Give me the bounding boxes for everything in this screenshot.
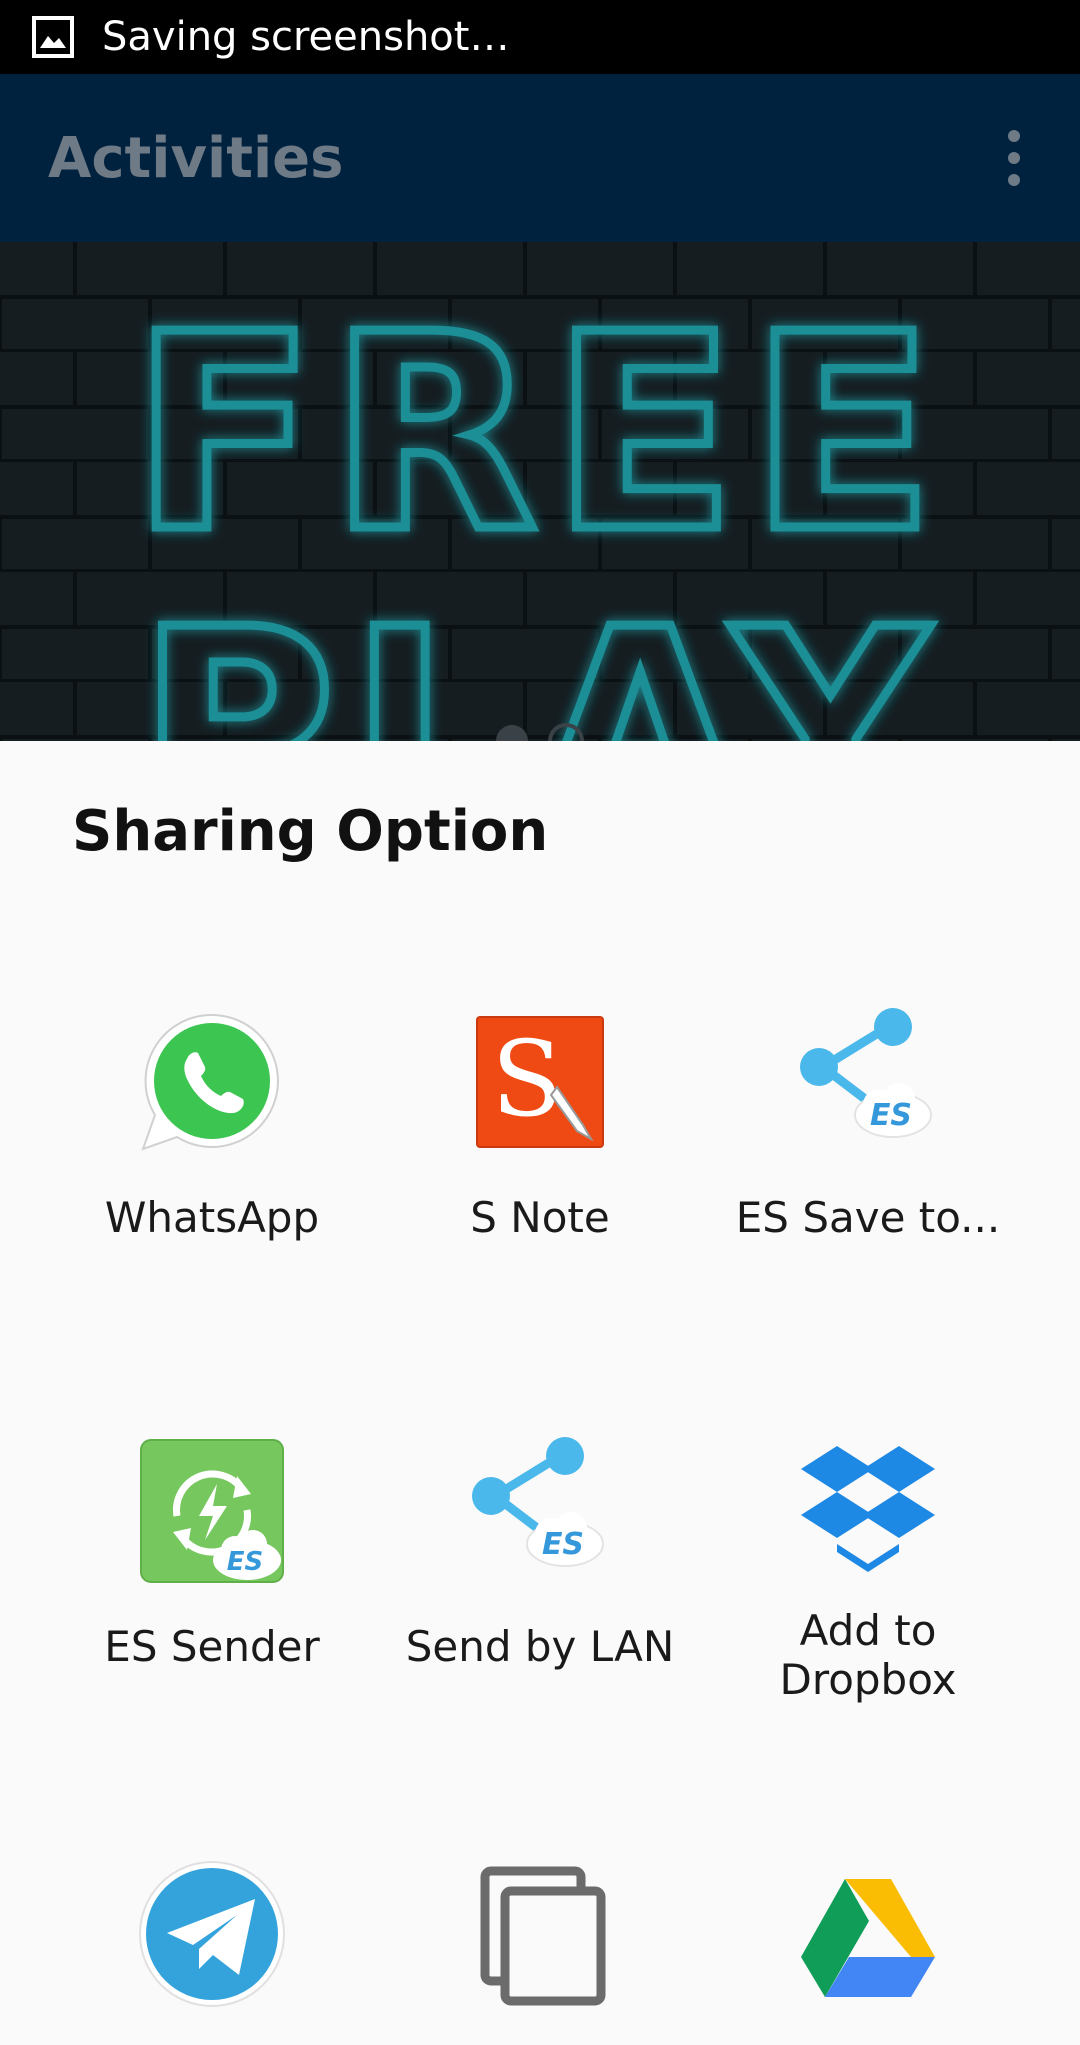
svg-text:ES: ES: [227, 1547, 264, 1577]
banner-text-line1: FREE: [131, 276, 948, 591]
share-item-whatsapp[interactable]: WhatsApp: [32, 1007, 392, 1242]
share-item-label: ES Sender: [104, 1622, 320, 1671]
banner-image[interactable]: FREE PLAY: [0, 242, 1080, 741]
share-item-es-save-to[interactable]: ES ES Save to...: [688, 1007, 1048, 1242]
copy-icon: [480, 1866, 606, 2006]
telegram-icon: [139, 1861, 285, 2007]
share-item-send-by-lan[interactable]: ES Send by LAN: [360, 1436, 720, 1671]
share-item-s-note[interactable]: S S Note: [360, 1007, 720, 1242]
es-share-icon: ES: [472, 1437, 604, 1567]
share-item-telegram[interactable]: [32, 1859, 392, 2045]
es-sender-icon: ES: [140, 1439, 284, 1583]
s-note-icon: S: [476, 1016, 604, 1148]
share-item-es-sender[interactable]: ES ES Sender: [32, 1436, 392, 1671]
svg-text:ES: ES: [542, 1527, 584, 1562]
sheet-title: Sharing Option: [72, 799, 549, 864]
image-icon: [32, 16, 74, 58]
google-drive-icon: [801, 1879, 935, 1997]
svg-text:S: S: [491, 1018, 562, 1140]
dropbox-icon: [801, 1446, 935, 1572]
status-text: Saving screenshot…: [102, 14, 510, 60]
share-item-google-drive[interactable]: [688, 1859, 1048, 2045]
share-item-label: WhatsApp: [104, 1193, 320, 1242]
more-vert-icon[interactable]: [1004, 128, 1024, 188]
es-share-icon: ES: [800, 1008, 932, 1138]
share-item-label: Add to Dropbox: [779, 1606, 957, 1704]
share-sheet: Sharing Option WhatsApp S S Note ES ES S…: [0, 741, 1080, 2007]
share-item-label: S Note: [470, 1193, 610, 1242]
whatsapp-icon: [141, 1013, 279, 1151]
app-bar: Activities: [0, 74, 1080, 242]
share-item-label: Send by LAN: [405, 1622, 675, 1671]
status-bar: Saving screenshot…: [0, 0, 1080, 74]
banner-text-line2: PLAY: [138, 571, 943, 741]
share-item-label: ES Save to...: [735, 1193, 1001, 1242]
page-title: Activities: [48, 125, 344, 191]
share-item-copy[interactable]: [360, 1859, 720, 2045]
svg-text:ES: ES: [870, 1098, 912, 1133]
share-item-add-to-dropbox[interactable]: Add to Dropbox: [688, 1436, 1048, 1704]
